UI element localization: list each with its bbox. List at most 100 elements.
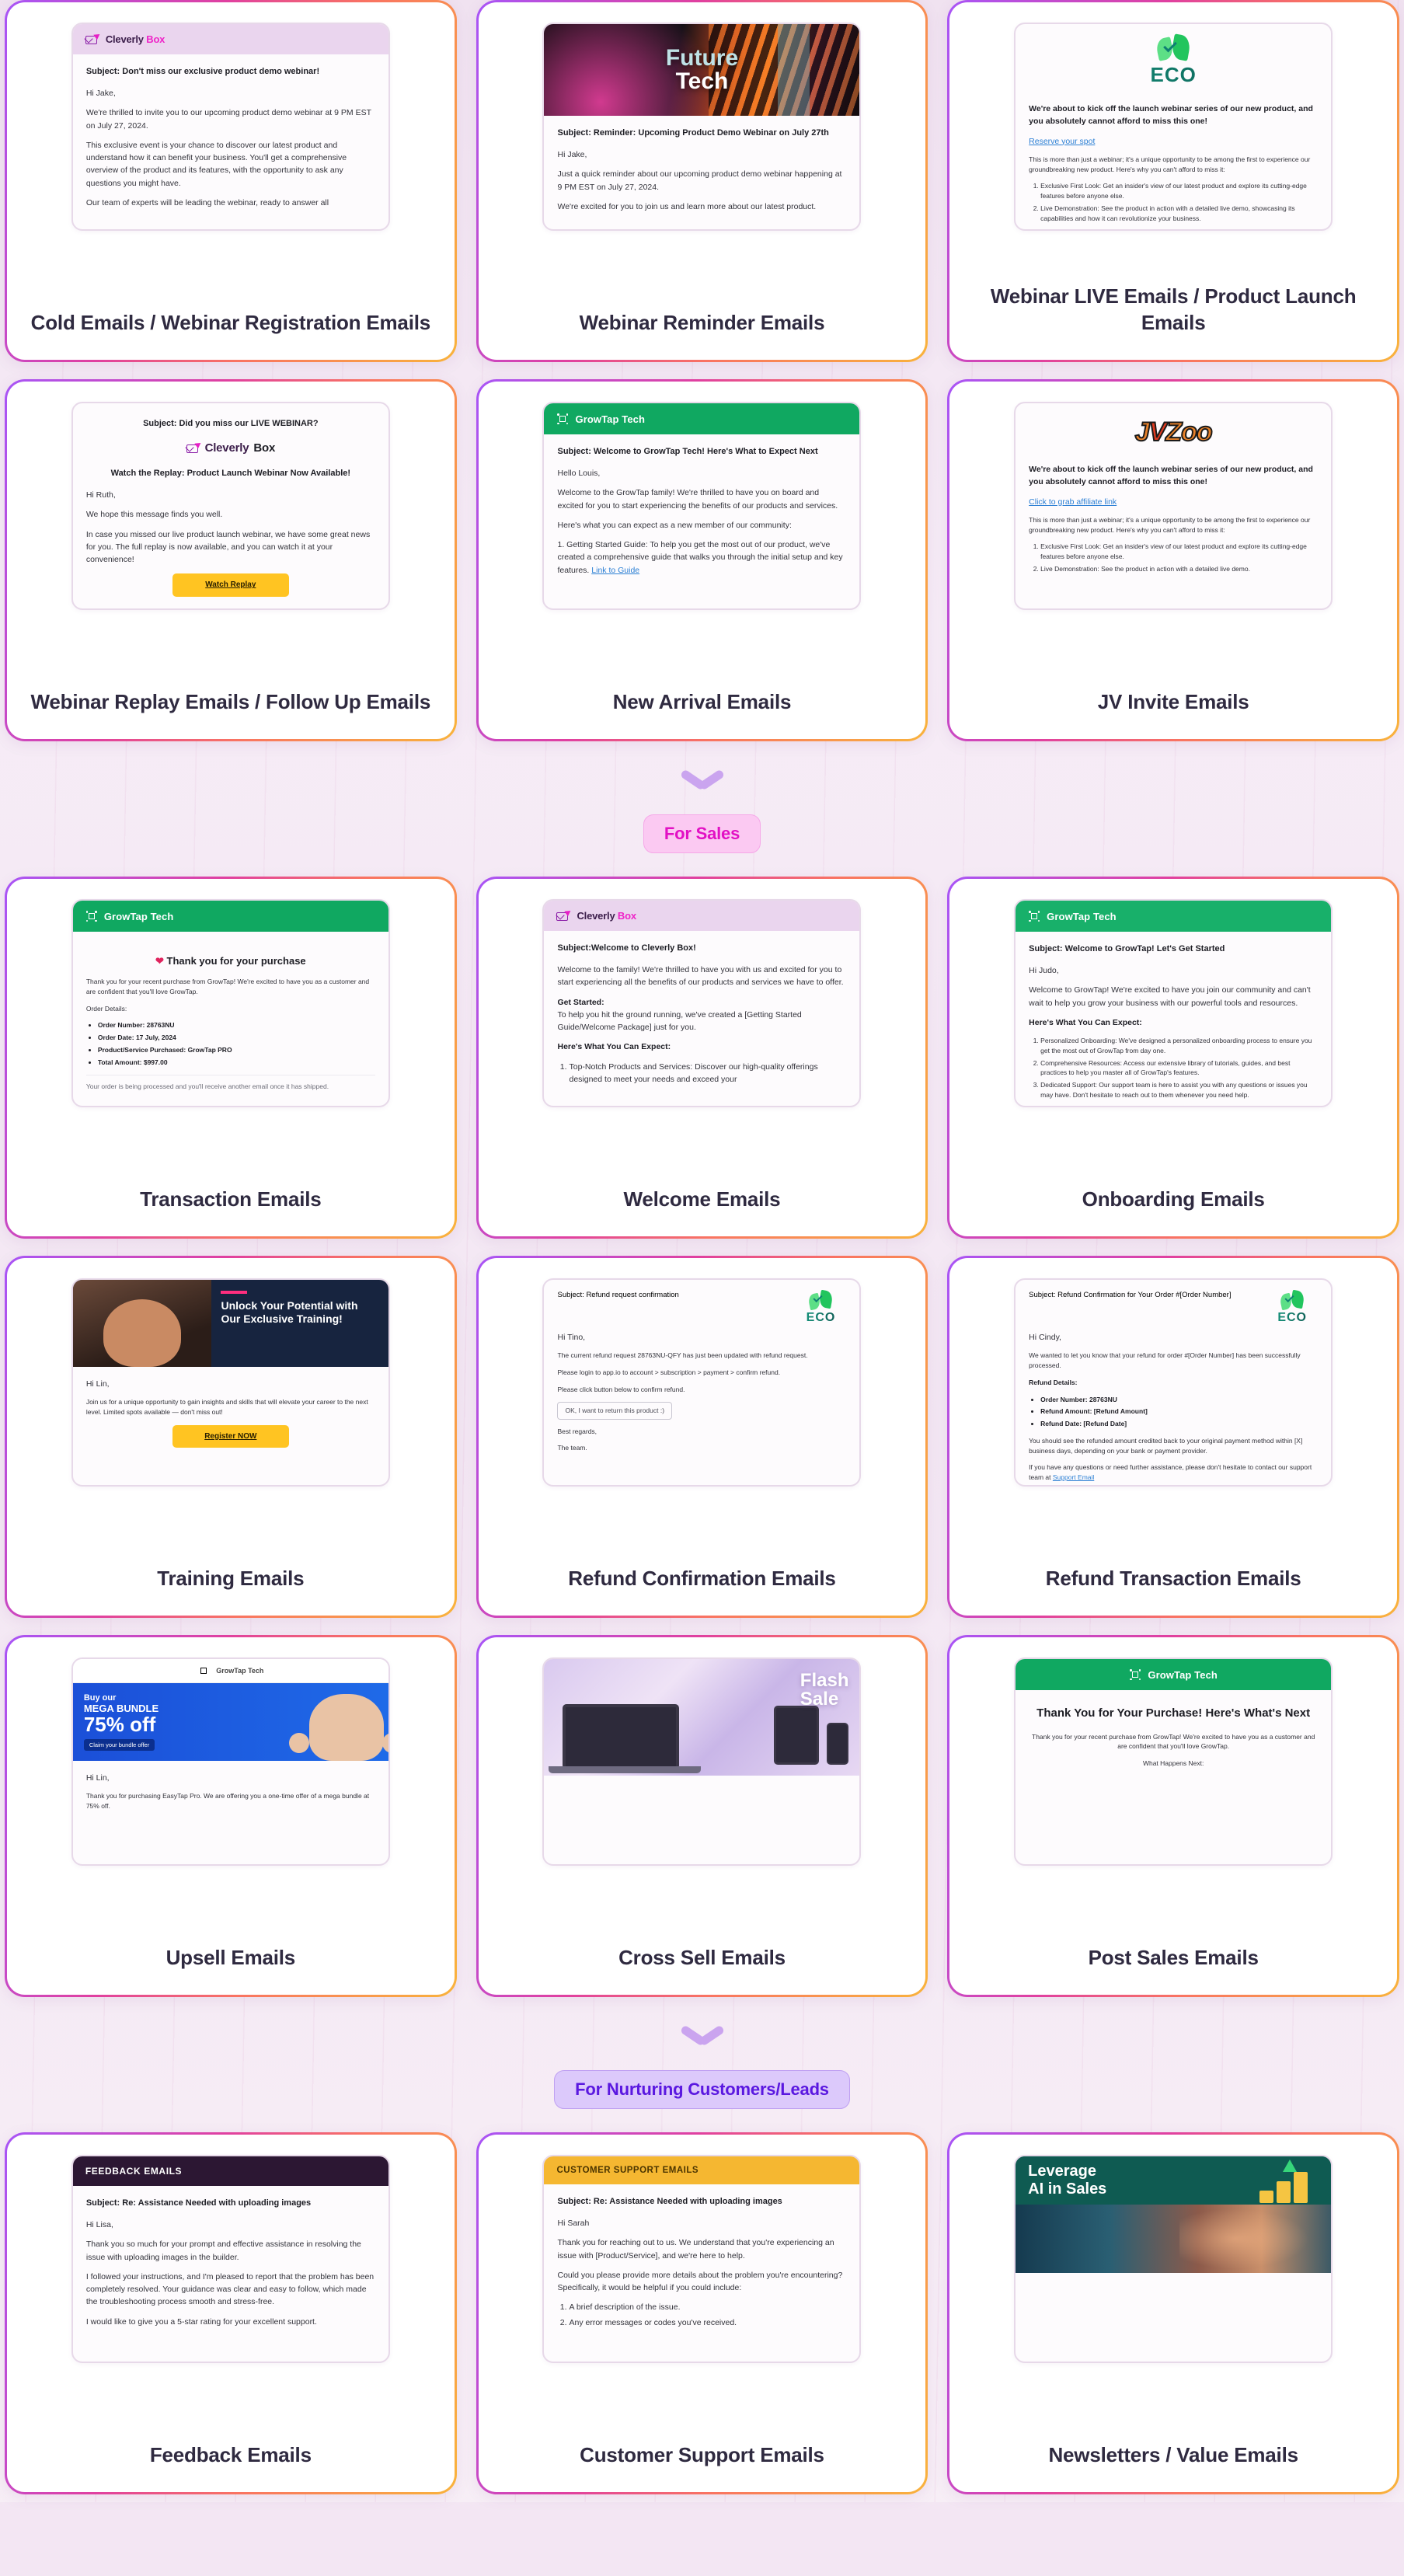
brand-label: GrowTap Tech — [1148, 1668, 1218, 1681]
hero-image-flash-sale: Flash Sale — [544, 1659, 860, 1776]
email-greeting: Hi Lin, — [85, 1379, 110, 1389]
email-paragraph: Please login to app.io to account > subs… — [557, 1368, 781, 1377]
email-headline: We're about to kick off the launch webin… — [1029, 104, 1313, 127]
logo-part-v: V — [1148, 417, 1168, 448]
email-preview: Subject: Refund Confirmation for Your Or… — [1014, 1278, 1333, 1487]
email-subject: Subject: Re: Assistance Needed with uplo… — [557, 2197, 782, 2206]
card-title: Webinar Reminder Emails — [579, 311, 825, 335]
subsection-label: What Happens Next: — [1142, 1759, 1204, 1767]
eco-logo: ECO — [1016, 24, 1331, 92]
template-card-newsletters[interactable]: Leverage AI in Sales Newsletters / Value… — [947, 2132, 1399, 2494]
email-preview: GrowTap Tech Subject: Welcome to GrowTap… — [542, 402, 862, 610]
card-title: Cold Emails / Webinar Registration Email… — [30, 311, 431, 335]
email-header-growtap: GrowTap Tech — [544, 403, 860, 434]
email-preview: GrowTap Tech Subject: Welcome to GrowTap… — [1014, 899, 1333, 1107]
email-body: Subject: Reminder: Upcoming Product Demo… — [544, 116, 859, 213]
brand-label: GrowTap Tech — [575, 413, 646, 425]
email-paragraph: In case you missed our live product laun… — [85, 529, 371, 565]
email-greeting: Hi Sarah — [557, 2219, 590, 2229]
chip-icon — [85, 910, 98, 922]
template-card-cross-sell[interactable]: Flash Sale Cross Sell Emails — [476, 1635, 928, 1997]
eco-logo: ECO — [1266, 1289, 1318, 1325]
hero-line-1: Buy our — [83, 1692, 117, 1703]
template-card-feedback[interactable]: FEEDBACK EMAILS Subject: Re: Assistance … — [5, 2132, 457, 2494]
email-header-customer-support: CUSTOMER SUPPORT EMAILS — [544, 2156, 860, 2184]
email-paragraph: Join us for a unique opportunity to gain… — [85, 1398, 368, 1417]
list-item: Live Demonstration: See the product in a… — [1040, 204, 1318, 224]
email-body: Subject: Welcome to GrowTap Tech! Here's… — [544, 434, 859, 577]
template-card-training[interactable]: Unlock Your Potential with Our Exclusive… — [5, 1256, 457, 1618]
card-title: JV Invite Emails — [1097, 690, 1249, 714]
template-card-refund-transaction[interactable]: Subject: Refund Confirmation for Your Or… — [947, 1256, 1399, 1618]
email-preview: CUSTOMER SUPPORT EMAILS Subject: Re: Ass… — [542, 2155, 862, 2363]
brand-label: GrowTap Tech — [216, 1667, 264, 1675]
template-card-post-sales[interactable]: GrowTap Tech Thank You for Your Purchase… — [947, 1635, 1399, 1997]
email-paragraph: Thank you for your recent purchase from … — [1032, 1732, 1315, 1751]
template-card-webinar-replay[interactable]: Subject: Did you miss our LIVE WEBINAR? … — [5, 379, 457, 741]
email-paragraph: Our team of experts will be leading the … — [85, 197, 329, 207]
heart-icon: ❤ — [155, 955, 164, 967]
support-email-link[interactable]: Support Email — [1053, 1473, 1094, 1481]
claim-offer-button[interactable]: Claim your bundle offer — [83, 1739, 155, 1752]
template-card-transaction[interactable]: GrowTap Tech ❤ Thank you for your purcha… — [5, 877, 457, 1239]
hero-title: Unlock Your Potential with Our Exclusive… — [221, 1299, 358, 1326]
accent-bar — [221, 1291, 248, 1294]
template-card-webinar-live[interactable]: ECO We're about to kick off the launch w… — [947, 0, 1399, 362]
template-card-welcome[interactable]: Cleverly Box Subject:Welcome to Cleverly… — [476, 877, 928, 1239]
templates-gallery-page: Cleverly Box Subject: Don't miss our exc… — [0, 0, 1404, 2502]
email-paragraph: Welcome to the GrowTap family! We're thr… — [557, 488, 838, 511]
template-card-upsell[interactable]: GrowTap Tech Buy our MEGA BUNDLE 75% off… — [5, 1635, 457, 1997]
chip-icon — [1028, 910, 1040, 922]
hero-line-2: AI in Sales — [1028, 2180, 1107, 2198]
email-body: We're about to kick off the launch webin… — [1016, 92, 1331, 223]
email-subnote: This is more than just a webinar; it's a… — [1029, 155, 1311, 173]
email-headline: Watch the Replay: Product Launch Webinar… — [110, 468, 351, 478]
confirm-refund-button[interactable]: OK, I want to return this product :) — [557, 1401, 673, 1420]
reserve-spot-link[interactable]: Reserve your spot — [1029, 137, 1095, 146]
card-title: Transaction Emails — [140, 1187, 322, 1211]
card-title: Training Emails — [157, 1567, 305, 1591]
guide-link[interactable]: Link to Guide — [591, 566, 639, 575]
list-item: A brief description of the issue. — [569, 2301, 846, 2313]
email-body: Hi Tino, The current refund request 2876… — [544, 1325, 859, 1453]
email-greeting: Hi Jake, — [557, 150, 587, 160]
email-paragraph: Please click button below to confirm ref… — [557, 1385, 685, 1393]
eco-wordmark: ECO — [1016, 63, 1331, 87]
subsection-label: Here's What You Can Expect: — [1029, 1017, 1142, 1027]
template-card-webinar-reminder[interactable]: Future Tech Subject: Reminder: Upcoming … — [476, 0, 928, 362]
brand-primary: Cleverly — [204, 441, 249, 455]
brand-accent: Box — [146, 33, 165, 45]
template-card-customer-support[interactable]: CUSTOMER SUPPORT EMAILS Subject: Re: Ass… — [476, 2132, 928, 2494]
watch-replay-button[interactable]: Watch Replay — [172, 573, 289, 597]
email-preview: Cleverly Box Subject: Don't miss our exc… — [71, 23, 390, 231]
email-greeting: Hello Louis, — [557, 469, 601, 479]
template-card-jv-invite[interactable]: JVZoo We're about to kick off the launch… — [947, 379, 1399, 741]
email-subject: Subject: Refund Confirmation for Your Or… — [1029, 1291, 1232, 1299]
template-card-new-arrival[interactable]: GrowTap Tech Subject: Welcome to GrowTap… — [476, 379, 928, 741]
email-signoff: Best regards, — [557, 1427, 597, 1435]
chip-icon — [556, 413, 569, 425]
email-paragraph: You should see the refunded amount credi… — [1029, 1436, 1303, 1455]
email-body: Subject: Don't miss our exclusive produc… — [73, 54, 388, 209]
email-body: Subject: Did you miss our LIVE WEBINAR? … — [73, 403, 388, 597]
card-title: Refund Transaction Emails — [1045, 1567, 1301, 1591]
register-button[interactable]: Register NOW — [172, 1424, 289, 1448]
brand-accent: Box — [617, 910, 636, 922]
list-item: Order Number: 28763NU — [1040, 1395, 1318, 1405]
eco-wordmark: ECO — [795, 1311, 846, 1325]
envelope-rocket-icon — [185, 440, 203, 454]
card-title: Cross Sell Emails — [618, 1946, 786, 1970]
card-row-5: GrowTap Tech Buy our MEGA BUNDLE 75% off… — [0, 1635, 1404, 1997]
template-card-onboarding[interactable]: GrowTap Tech Subject: Welcome to GrowTap… — [947, 877, 1399, 1239]
template-card-refund-confirmation[interactable]: Subject: Refund request confirmation ECO… — [476, 1256, 928, 1618]
email-paragraph: Thank you for reaching out to us. We und… — [557, 2238, 834, 2261]
laptop-illustration — [549, 1704, 702, 1773]
hero-image-newsletter: Leverage AI in Sales — [1016, 2156, 1332, 2273]
email-preview: GrowTap Tech ❤ Thank you for your purcha… — [71, 899, 390, 1107]
template-card-cold-emails[interactable]: Cleverly Box Subject: Don't miss our exc… — [5, 0, 457, 362]
hero-line-2: Sale — [800, 1689, 839, 1710]
affiliate-link[interactable]: Click to grab affiliate link — [1029, 497, 1117, 507]
card-row-3: GrowTap Tech ❤ Thank you for your purcha… — [0, 877, 1404, 1239]
logo-part-1: J — [1134, 417, 1151, 448]
email-headline: Thank You for Your Purchase! Here's What… — [1036, 1706, 1311, 1720]
